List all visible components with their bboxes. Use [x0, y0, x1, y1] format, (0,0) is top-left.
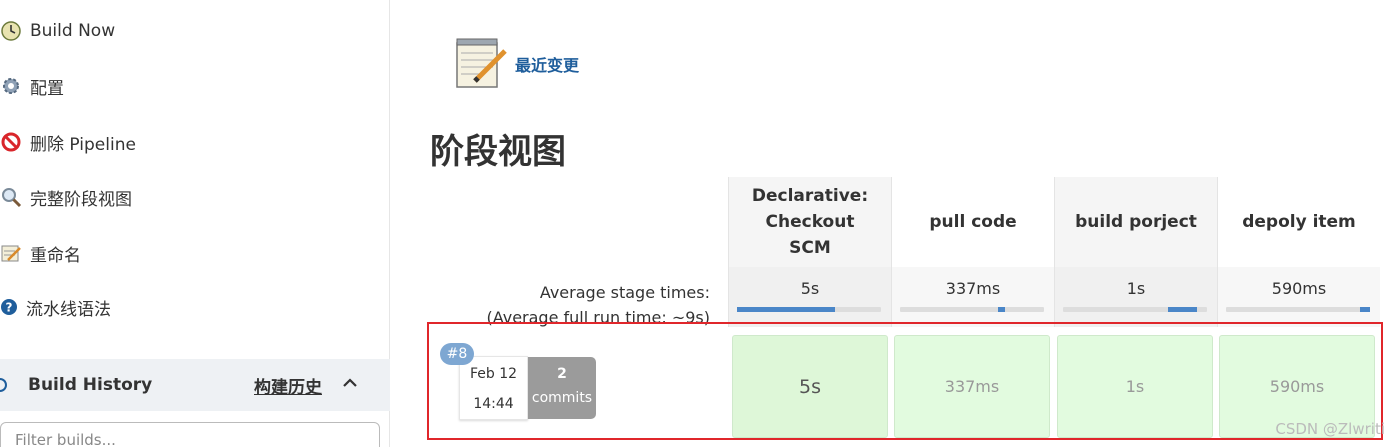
- stage-average-time: 1s: [1126, 279, 1146, 298]
- build-time: 14:44: [473, 396, 514, 412]
- build-date: Feb 12: [469, 366, 518, 382]
- build-history-header[interactable]: Build History 构建历史: [0, 359, 390, 411]
- stage-average: 337ms: [891, 267, 1054, 327]
- chevron-up-icon[interactable]: [340, 373, 360, 393]
- build-number-badge[interactable]: #8: [440, 343, 474, 365]
- stage-progress-bar: [900, 307, 1044, 312]
- help-icon: ?: [0, 296, 18, 318]
- stage-header: pull code: [891, 177, 1054, 267]
- commits-label: commits: [531, 390, 593, 406]
- stage-progress-bar: [1226, 307, 1370, 312]
- stage-average: 590ms: [1217, 267, 1380, 327]
- commits-count: 2: [557, 366, 567, 382]
- watermark: CSDN @Zlwriti: [1275, 420, 1385, 438]
- task-delete-pipeline[interactable]: 删除 Pipeline: [0, 125, 136, 159]
- svg-text:?: ?: [6, 301, 13, 315]
- task-pipeline-syntax[interactable]: ? 流水线语法: [0, 290, 111, 324]
- avg-label-line1: Average stage times:: [539, 283, 710, 302]
- gear-icon: [0, 75, 22, 97]
- stage-header: depoly item: [1217, 177, 1380, 267]
- task-build-now[interactable]: Build Now: [0, 14, 115, 48]
- task-rename[interactable]: 重命名: [0, 236, 81, 270]
- build-history-title: Build History: [28, 375, 153, 395]
- stage-progress-fill: [737, 307, 835, 312]
- build-date-box[interactable]: Feb 12 14:44: [459, 356, 528, 420]
- recent-changes-link[interactable]: 最近变更: [515, 52, 579, 76]
- task-label: Build Now: [30, 21, 116, 41]
- stage-header: build porject: [1054, 177, 1217, 267]
- clock-icon: [0, 20, 22, 42]
- page-title: 阶段视图: [430, 132, 566, 172]
- task-label: 重命名: [30, 245, 81, 266]
- stage-progress-bar: [737, 307, 881, 312]
- build-history-link[interactable]: 构建历史: [254, 373, 322, 398]
- stage-progress-fill: [997, 307, 1006, 312]
- stage-average: 5s: [728, 267, 891, 327]
- commits-badge[interactable]: 2 commits: [528, 357, 596, 419]
- task-label: 完整阶段视图: [30, 189, 132, 210]
- task-full-stage-view[interactable]: 完整阶段视图: [0, 180, 132, 214]
- sidebar: Build Now 配置 删除 Pipeline 完整阶段视图 重命名 ? 流水…: [0, 0, 390, 447]
- stage-progress-bar: [1063, 307, 1207, 312]
- stage-progress-fill: [1168, 307, 1197, 312]
- stage-average-time: 5s: [800, 279, 820, 298]
- stage-average-time: 337ms: [945, 279, 1001, 298]
- stage-run-cell[interactable]: 5s: [732, 335, 888, 438]
- no-entry-icon: [0, 131, 22, 153]
- stage-run-cell[interactable]: 337ms: [894, 335, 1050, 438]
- filter-builds-input[interactable]: Filter builds...: [0, 422, 380, 447]
- task-label: 删除 Pipeline: [30, 134, 136, 155]
- stage-progress-fill: [1359, 307, 1370, 312]
- stage-average-time: 590ms: [1271, 279, 1327, 298]
- task-label: 流水线语法: [26, 299, 111, 320]
- stage-run-cell[interactable]: 1s: [1057, 335, 1213, 438]
- magnifier-icon: [0, 186, 22, 208]
- stage-average: 1s: [1054, 267, 1217, 327]
- notepad-icon: [0, 242, 22, 264]
- notepad-icon: [453, 33, 511, 91]
- history-icon: [0, 375, 12, 399]
- stage-header: Declarative: Checkout SCM: [728, 177, 891, 267]
- task-configure[interactable]: 配置: [0, 69, 64, 103]
- task-label: 配置: [30, 78, 64, 99]
